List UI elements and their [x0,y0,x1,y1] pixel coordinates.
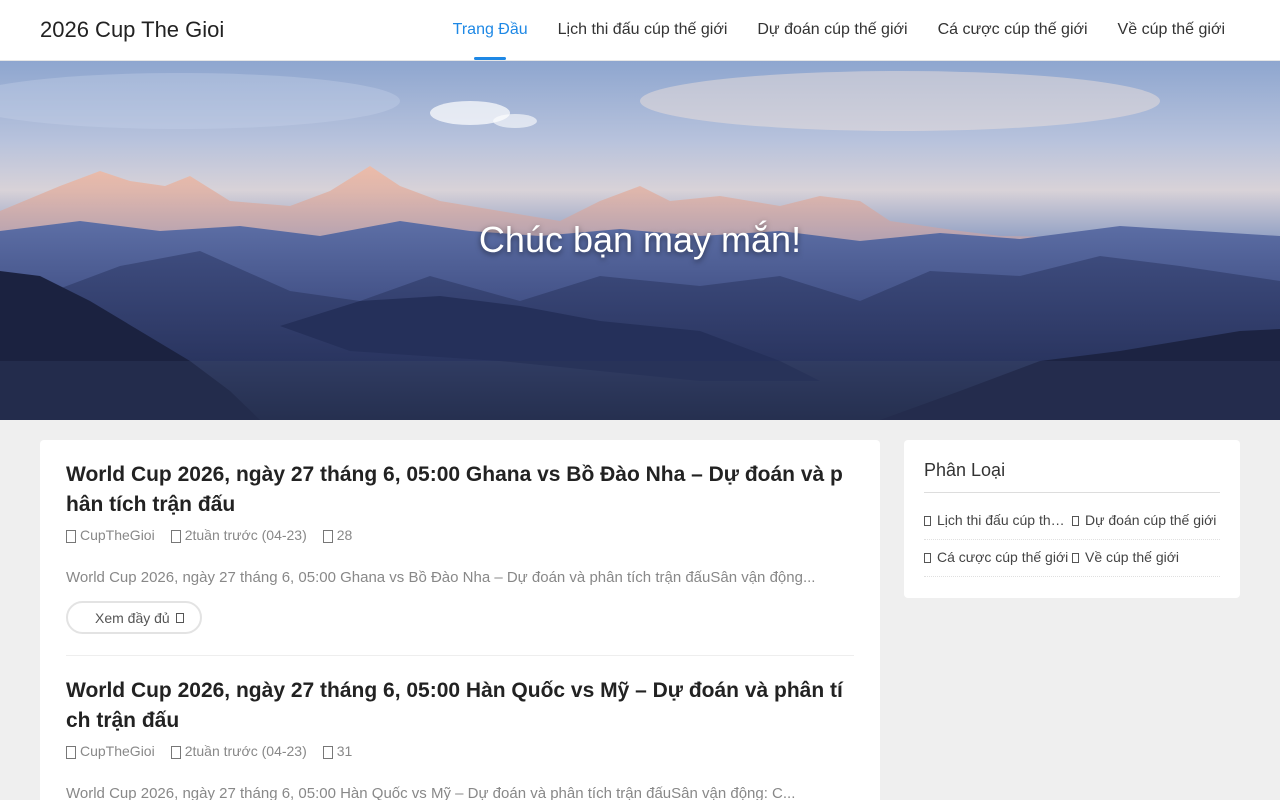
folder-icon [924,552,931,563]
category-label: Dự đoán cúp thế giới [1085,512,1217,528]
views-meta: 28 [322,525,353,545]
post-excerpt: World Cup 2026, ngày 27 tháng 6, 05:00 G… [66,569,816,586]
post-author[interactable]: CupTheGioi [80,741,155,761]
post-author[interactable]: CupTheGioi [80,525,155,545]
date-meta: 2tuần trước (04-23) [170,741,307,761]
category-divider [924,576,1220,577]
category-link-predictions[interactable]: Dự đoán cúp thế giới [1072,502,1222,539]
nav-item-betting[interactable]: Cá cược cúp thế giới [938,0,1088,60]
hero-title: Chúc bạn may mắn! [478,219,802,260]
read-more-label: Xem đầy đủ [95,609,170,626]
category-link-betting[interactable]: Cá cược cúp thế giới [924,539,1072,576]
site-header: 2026 Cup The Gioi Trang Đầu Lịch thi đấu… [0,0,1280,61]
site-logo[interactable]: 2026 Cup The Gioi [40,17,224,43]
category-label: Cá cược cúp thế giới [937,549,1069,565]
category-label: Về cúp thế giới [1085,549,1180,565]
category-link-about[interactable]: Về cúp thế giới [1072,539,1222,576]
author-meta: CupTheGioi [66,741,155,761]
nav-item-home[interactable]: Trang Đầu [453,0,528,60]
post-excerpt: World Cup 2026, ngày 27 tháng 6, 05:00 H… [66,785,796,800]
post-item: World Cup 2026, ngày 27 tháng 6, 05:00 H… [66,676,854,800]
post-date: 2tuần trước (04-23) [184,743,307,759]
post-meta: CupTheGioi 2tuần trước (04-23) 31 [66,741,854,761]
nav-item-predictions[interactable]: Dự đoán cúp thế giới [757,0,907,60]
post-list: World Cup 2026, ngày 27 tháng 6, 05:00 G… [40,440,880,800]
category-sidebar: Phân Loại Lịch thi đấu cúp thế giới Dự đ… [904,440,1240,598]
main-nav: Trang Đầu Lịch thi đấu cúp thế giới Dự đ… [423,0,1225,60]
user-icon [66,530,76,543]
category-label: Lịch thi đấu cúp thế giới [937,512,1072,528]
arrow-right-icon [175,612,184,623]
user-icon [66,746,76,759]
post-title[interactable]: World Cup 2026, ngày 27 tháng 6, 05:00 G… [66,460,854,520]
sidebar-title-divider [924,492,1220,493]
read-more-button[interactable]: Xem đầy đủ [66,601,202,634]
eye-icon [322,746,333,759]
author-meta: CupTheGioi [66,525,155,545]
post-meta: CupTheGioi 2tuần trước (04-23) 28 [66,525,854,545]
views-meta: 31 [322,741,353,761]
clock-icon [170,530,181,543]
post-date: 2tuần trước (04-23) [184,527,307,543]
nav-item-about[interactable]: Về cúp thế giới [1118,0,1225,60]
eye-icon [322,530,333,543]
post-views: 28 [336,527,353,543]
date-meta: 2tuần trước (04-23) [170,525,307,545]
post-item: World Cup 2026, ngày 27 tháng 6, 05:00 G… [66,460,854,634]
sidebar-title: Phân Loại [924,460,1006,480]
nav-item-schedule[interactable]: Lịch thi đấu cúp thế giới [558,0,728,60]
category-link-schedule[interactable]: Lịch thi đấu cúp thế giới [924,502,1072,539]
post-divider [66,655,854,656]
clock-icon [170,746,181,759]
folder-icon [1072,552,1079,563]
folder-icon [1072,515,1079,526]
hero-banner: Chúc bạn may mắn! [0,61,1280,420]
post-title[interactable]: World Cup 2026, ngày 27 tháng 6, 05:00 H… [66,676,854,736]
post-views: 31 [336,743,353,759]
folder-icon [924,515,931,526]
